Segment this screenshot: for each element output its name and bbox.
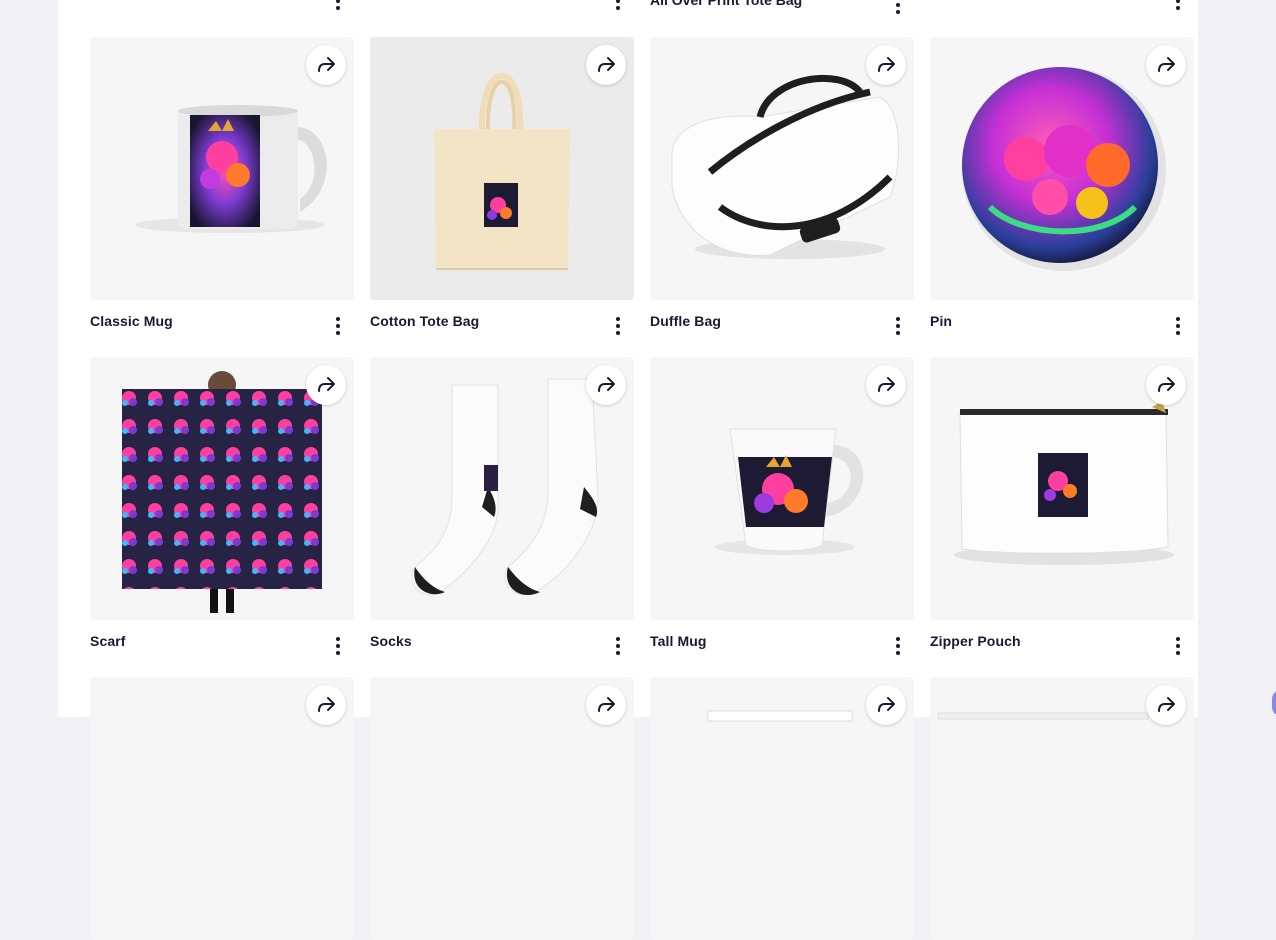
product-image-socks[interactable] [370, 357, 634, 620]
product-card-socks[interactable]: Socks [370, 357, 634, 655]
product-title-row: Cotton Tote Bag [370, 313, 634, 337]
product-image-cotton-tote-bag[interactable] [370, 37, 634, 300]
product-card-pin[interactable]: Pin [930, 37, 1194, 335]
share-arrow-icon [318, 57, 335, 72]
product-card-zipper-pouch[interactable]: Zipper Pouch [930, 357, 1194, 655]
product-title[interactable]: Duffle Bag [650, 313, 721, 329]
share-button[interactable] [866, 45, 906, 85]
share-arrow-icon [1158, 57, 1175, 72]
product-title-row: Scarf [90, 633, 354, 657]
product-image-duffle-bag[interactable] [650, 37, 914, 300]
product-card-partial[interactable] [930, 677, 1194, 940]
product-title-row: Socks [370, 633, 634, 657]
product-card-partial[interactable] [650, 677, 914, 940]
product-card-classic-mug[interactable]: Classic Mug [90, 37, 354, 335]
share-arrow-icon [878, 377, 895, 392]
share-button[interactable] [866, 685, 906, 725]
product-card-tall-mug[interactable]: Tall Mug [650, 357, 914, 655]
product-image-partial[interactable] [370, 677, 634, 940]
product-card-partial[interactable] [90, 677, 354, 940]
product-card-scarf[interactable]: Scarf [90, 357, 354, 655]
share-arrow-icon [1158, 377, 1175, 392]
share-button[interactable] [586, 685, 626, 725]
product-title[interactable]: Pin [930, 313, 952, 329]
product-title[interactable]: Scarf [90, 633, 126, 649]
more-menu-icon[interactable] [1174, 317, 1182, 335]
product-title[interactable]: Socks [370, 633, 412, 649]
share-button[interactable] [1146, 365, 1186, 405]
more-menu-icon[interactable] [894, 317, 902, 335]
more-menu-icon[interactable] [334, 317, 342, 335]
more-menu-icon[interactable] [334, 0, 342, 10]
share-arrow-icon [598, 697, 615, 712]
more-menu-icon[interactable] [334, 637, 342, 655]
share-arrow-icon [1158, 697, 1175, 712]
share-arrow-icon [598, 377, 615, 392]
product-title[interactable]: Tall Mug [650, 633, 707, 649]
product-title-row: Tall Mug [650, 633, 914, 657]
more-menu-icon[interactable] [894, 637, 902, 655]
more-menu-icon[interactable] [614, 317, 622, 335]
product-image-pin[interactable] [930, 37, 1194, 300]
product-title-row: Classic Mug [90, 313, 354, 337]
share-button[interactable] [1146, 45, 1186, 85]
share-button[interactable] [306, 365, 346, 405]
more-menu-icon[interactable] [614, 637, 622, 655]
share-arrow-icon [878, 57, 895, 72]
product-title-row: Duffle Bag [650, 313, 914, 337]
product-title-partial[interactable]: All Over Print Tote Bag [650, 0, 802, 8]
product-image-zipper-pouch[interactable] [930, 357, 1194, 620]
product-image-partial[interactable] [90, 677, 354, 940]
more-menu-icon[interactable] [894, 0, 902, 14]
product-grid-panel: All Over Print Tote Bag Classic Mug Cott… [58, 0, 1198, 940]
share-button[interactable] [306, 685, 346, 725]
product-card-partial[interactable] [370, 677, 634, 940]
product-card-duffle-bag[interactable]: Duffle Bag [650, 37, 914, 335]
share-button[interactable] [1146, 685, 1186, 725]
more-menu-icon[interactable] [614, 0, 622, 10]
product-title[interactable]: Zipper Pouch [930, 633, 1021, 649]
product-title[interactable]: Classic Mug [90, 313, 173, 329]
share-arrow-icon [878, 697, 895, 712]
product-image-scarf[interactable] [90, 357, 354, 620]
product-title-row: Zipper Pouch [930, 633, 1194, 657]
share-button[interactable] [306, 45, 346, 85]
floating-edge-widget[interactable] [1272, 690, 1276, 716]
share-button[interactable] [586, 45, 626, 85]
product-image-classic-mug[interactable] [90, 37, 354, 300]
product-card-cotton-tote-bag[interactable]: Cotton Tote Bag [370, 37, 634, 335]
share-arrow-icon [598, 57, 615, 72]
share-arrow-icon [318, 697, 335, 712]
product-title-row: Pin [930, 313, 1194, 337]
product-image-partial[interactable] [930, 677, 1194, 940]
more-menu-icon[interactable] [1174, 637, 1182, 655]
product-image-partial[interactable] [650, 677, 914, 940]
share-arrow-icon [318, 377, 335, 392]
product-image-tall-mug[interactable] [650, 357, 914, 620]
product-title[interactable]: Cotton Tote Bag [370, 313, 479, 329]
more-menu-icon[interactable] [1174, 0, 1182, 10]
share-button[interactable] [866, 365, 906, 405]
share-button[interactable] [586, 365, 626, 405]
